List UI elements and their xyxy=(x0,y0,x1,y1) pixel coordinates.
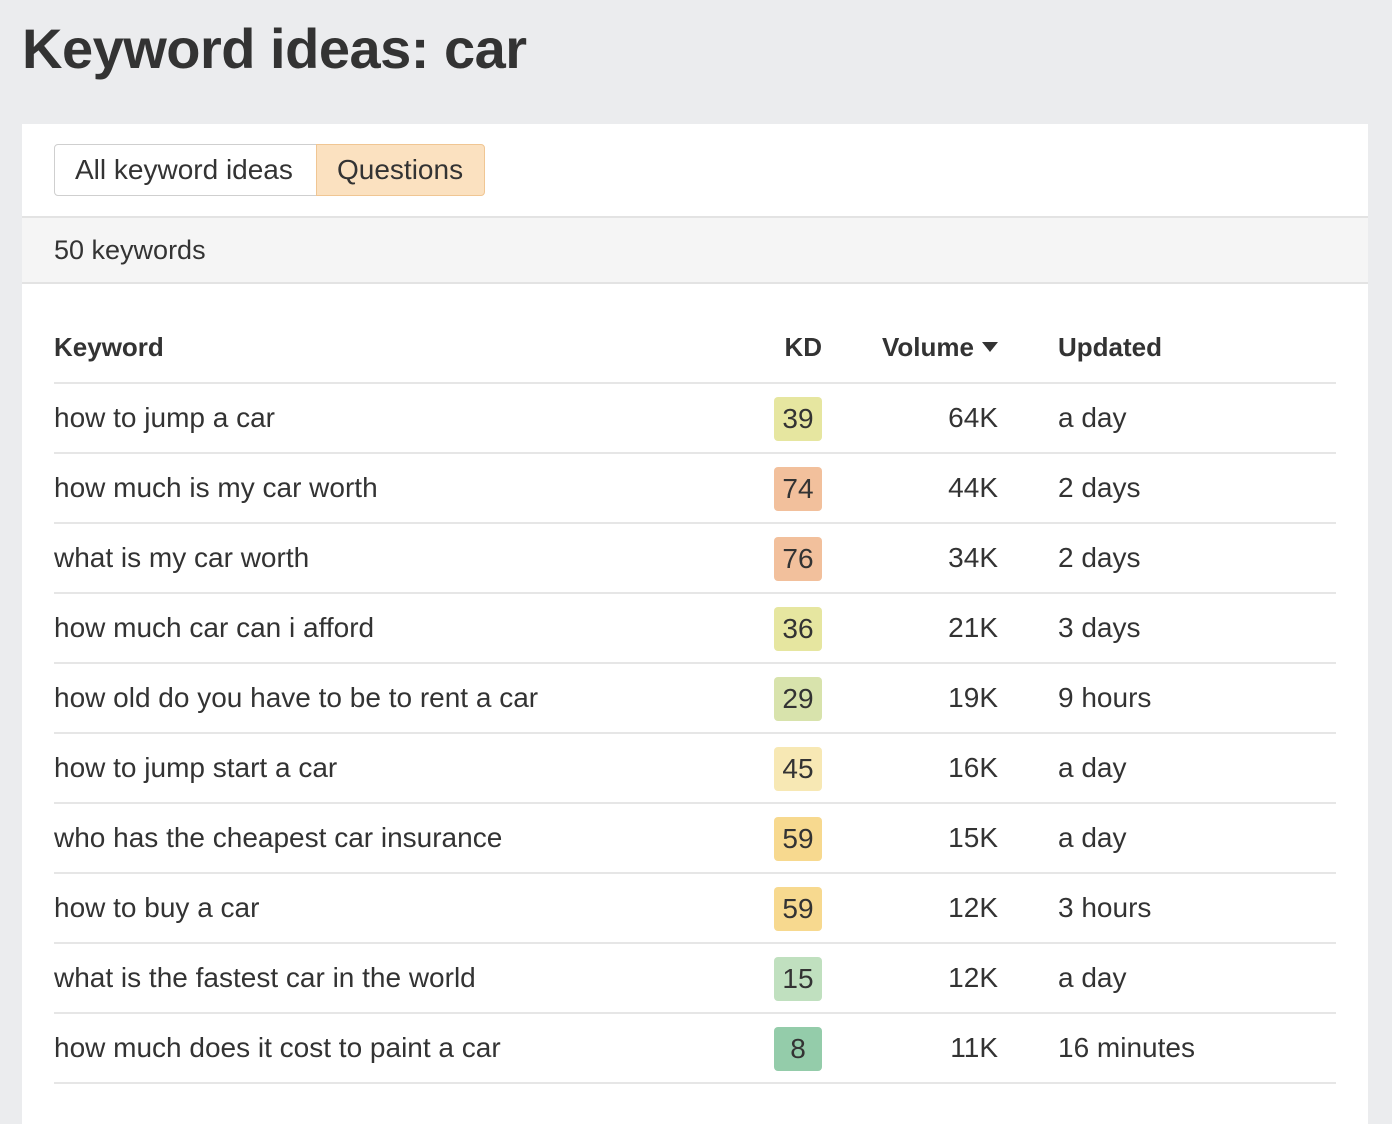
keyword-link[interactable]: who has the cheapest car insurance xyxy=(54,822,502,853)
column-header-updated[interactable]: Updated xyxy=(1058,314,1162,380)
keyword-cell[interactable]: how old do you have to be to rent a car xyxy=(54,664,538,732)
kd-badge: 45 xyxy=(774,747,822,791)
tab-questions[interactable]: Questions xyxy=(316,144,485,196)
table-row: how to buy a car 59 12K 3 hours xyxy=(54,874,1336,944)
keyword-cell[interactable]: how much does it cost to paint a car xyxy=(54,1014,501,1082)
updated-cell: 3 days xyxy=(1058,612,1141,643)
table-row: how much does it cost to paint a car 8 11K… xyxy=(54,1014,1336,1084)
updated-cell: a day xyxy=(1058,962,1127,993)
keyword-count-bar: 50 keywords xyxy=(22,216,1368,284)
volume-cell: 15K xyxy=(948,822,998,853)
sort-descending-icon xyxy=(982,342,998,353)
volume-cell: 12K xyxy=(948,892,998,923)
column-header-volume[interactable]: Volume xyxy=(874,314,998,380)
table-row: how to jump start a car 45 16K a day xyxy=(54,734,1336,804)
volume-cell: 21K xyxy=(948,612,998,643)
kd-badge: 36 xyxy=(774,607,822,651)
table-row: who has the cheapest car insurance 59 15K a… xyxy=(54,804,1336,874)
keyword-link[interactable]: how much is my car worth xyxy=(54,472,378,503)
kd-badge: 8 xyxy=(774,1027,822,1071)
updated-cell: 2 days xyxy=(1058,542,1141,573)
kd-badge: 76 xyxy=(774,537,822,581)
table-row: what is my car worth 76 34K 2 days xyxy=(54,524,1336,594)
kd-badge: 59 xyxy=(774,817,822,861)
keyword-link[interactable]: how to jump a car xyxy=(54,402,275,433)
keyword-cell[interactable]: how much is my car worth xyxy=(54,454,378,522)
column-header-keyword[interactable]: Keyword xyxy=(54,314,164,380)
updated-cell: a day xyxy=(1058,402,1127,433)
keyword-cell[interactable]: how to jump a car xyxy=(54,384,275,452)
volume-cell: 16K xyxy=(948,752,998,783)
table-row: how much is my car worth 74 44K 2 days xyxy=(54,454,1336,524)
table-row: what is the fastest car in the world 15 12… xyxy=(54,944,1336,1014)
table-body: how to jump a car 39 64K a day how much is m… xyxy=(54,384,1336,1084)
updated-cell: a day xyxy=(1058,752,1127,783)
kd-badge: 59 xyxy=(774,887,822,931)
table-row: how old do you have to be to rent a car 2… xyxy=(54,664,1336,734)
volume-cell: 11K xyxy=(950,1032,998,1063)
updated-cell: 3 hours xyxy=(1058,892,1152,923)
volume-cell: 64K xyxy=(948,402,998,433)
updated-cell: 9 hours xyxy=(1058,682,1152,713)
keyword-link[interactable]: what is the fastest car in the world xyxy=(54,962,476,993)
volume-cell: 44K xyxy=(948,472,998,503)
volume-cell: 12K xyxy=(948,962,998,993)
column-header-kd[interactable]: KD xyxy=(774,314,822,380)
kd-badge: 39 xyxy=(774,397,822,441)
kd-badge: 15 xyxy=(774,957,822,1001)
keyword-cell[interactable]: what is the fastest car in the world xyxy=(54,944,476,1012)
keyword-link[interactable]: how old do you have to be to rent a car xyxy=(54,682,538,713)
keyword-cell[interactable]: how to buy a car xyxy=(54,874,259,942)
kd-badge: 29 xyxy=(774,677,822,721)
keyword-cell[interactable]: how much car can i afford xyxy=(54,594,374,662)
updated-cell: 2 days xyxy=(1058,472,1141,503)
volume-cell: 19K xyxy=(948,682,998,713)
column-header-volume-label: Volume xyxy=(882,332,974,362)
keyword-cell[interactable]: what is my car worth xyxy=(54,524,309,592)
keyword-tabs: All keyword ideas Questions xyxy=(54,144,485,196)
keyword-count: 50 keywords xyxy=(54,235,206,265)
keyword-link[interactable]: how much car can i afford xyxy=(54,612,374,643)
keyword-link[interactable]: what is my car worth xyxy=(54,542,309,573)
kd-badge: 74 xyxy=(774,467,822,511)
table-row: how to jump a car 39 64K a day xyxy=(54,384,1336,454)
keyword-link[interactable]: how much does it cost to paint a car xyxy=(54,1032,501,1063)
table-header: Keyword KD Volume Updated xyxy=(54,314,1336,384)
keyword-link[interactable]: how to jump start a car xyxy=(54,752,337,783)
volume-cell: 34K xyxy=(948,542,998,573)
keywords-table: Keyword KD Volume Updated how to jump a … xyxy=(54,314,1336,1084)
keyword-cell[interactable]: who has the cheapest car insurance xyxy=(54,804,502,872)
keyword-ideas-panel: All keyword ideas Questions 50 keywords … xyxy=(22,124,1368,1124)
keyword-cell[interactable]: how to jump start a car xyxy=(54,734,337,802)
keyword-link[interactable]: how to buy a car xyxy=(54,892,259,923)
tab-all-keyword-ideas[interactable]: All keyword ideas xyxy=(54,144,317,196)
updated-cell: a day xyxy=(1058,822,1127,853)
table-row: how much car can i afford 36 21K 3 days xyxy=(54,594,1336,664)
updated-cell: 16 minutes xyxy=(1058,1032,1195,1063)
page-title: Keyword ideas: car xyxy=(22,17,527,80)
